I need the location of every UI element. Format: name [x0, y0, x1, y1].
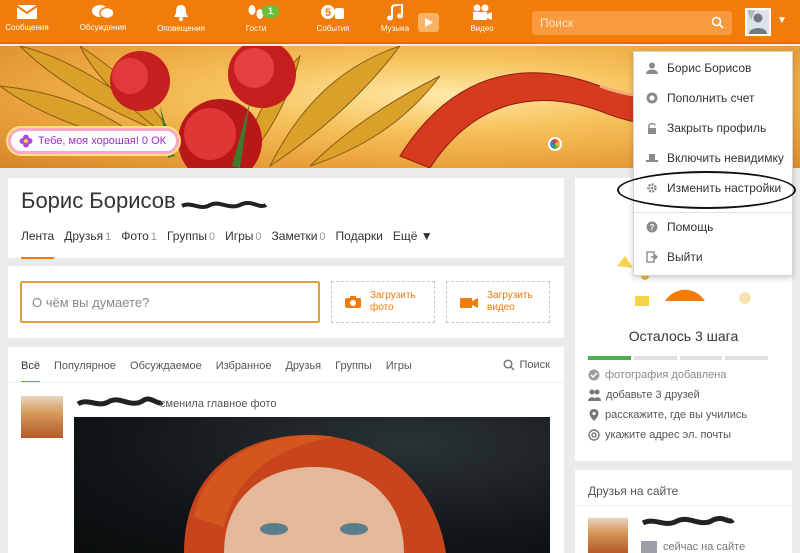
search-icon — [502, 359, 515, 371]
feed-tab-discussed[interactable]: Обсуждаемое — [130, 360, 202, 372]
feed-action-text: сменила главное фото — [160, 398, 277, 410]
redacted-scribble — [641, 515, 735, 526]
progress-segment — [679, 356, 723, 360]
divider — [575, 505, 792, 506]
guests-badge: 1 — [262, 5, 280, 18]
tab-notes[interactable]: Заметки 0 — [272, 229, 326, 243]
step-education[interactable]: расскажите, где вы учились — [588, 409, 747, 421]
people-icon — [588, 389, 601, 401]
progress-segment — [633, 356, 677, 360]
friend-online-status: сейчас на сайте — [641, 541, 745, 553]
progress-segment — [588, 356, 631, 360]
menu-item-help[interactable]: ? Помощь — [634, 213, 794, 241]
nav-guests[interactable]: Гости 1 — [226, 4, 286, 34]
user-icon — [646, 62, 658, 74]
envelope-icon — [16, 5, 38, 19]
tab-photos[interactable]: Фото 1 — [121, 229, 157, 243]
upload-photo-button[interactable]: Загрузить фото — [331, 281, 435, 323]
feed-search-button[interactable]: Поиск — [502, 359, 550, 371]
search-icon[interactable] — [711, 16, 724, 29]
portrait-photo — [184, 434, 446, 553]
feed-tab-popular[interactable]: Популярное — [54, 360, 116, 372]
tab-groups[interactable]: Группы 0 — [167, 229, 215, 243]
menu-item-close-profile[interactable]: Закрыть профиль — [634, 114, 794, 142]
svg-text:5: 5 — [325, 7, 331, 19]
friends-online-title: Друзья на сайте — [588, 484, 679, 498]
at-sign-icon — [588, 429, 600, 441]
settings-highlight-annotation — [617, 171, 796, 209]
tab-feed[interactable]: Лента — [21, 229, 55, 259]
play-icon — [425, 18, 433, 27]
feed-author-avatar[interactable] — [21, 396, 63, 438]
nav-discussions[interactable]: Обсуждения — [73, 4, 133, 33]
chevron-down-icon[interactable]: ▼ — [777, 15, 787, 26]
top-nav-bar: Сообщения Обсуждения Оповещения Гости 1 … — [0, 0, 800, 44]
video-play-button[interactable] — [418, 13, 439, 32]
step-photo-added: фотография добавлена — [588, 369, 726, 381]
feed-post-photo[interactable] — [74, 417, 550, 553]
location-pin-icon — [589, 409, 599, 421]
feed-tab-favorites[interactable]: Избранное — [216, 360, 272, 372]
menu-item-top-up[interactable]: Пополнить счет — [634, 84, 794, 112]
bell-icon — [174, 5, 188, 21]
new-post-input[interactable] — [20, 281, 320, 323]
steps-progress-bar — [588, 356, 768, 360]
new-post-card: Загрузить фото Загрузить видео — [8, 266, 564, 338]
check-circle-icon — [588, 369, 600, 381]
divider — [8, 382, 564, 383]
profile-header-card: Борис Борисов Лента Друзья 1 Фото 1 Группы… — [8, 178, 564, 259]
film-camera-icon — [473, 4, 492, 20]
feed-tab-all[interactable]: Всё — [21, 360, 40, 383]
hat-icon — [646, 154, 658, 162]
profile-tabs: Лента Друзья 1 Фото 1 Группы 0 Игры 0 Заметк… — [21, 229, 433, 259]
top-search — [532, 11, 732, 35]
five-hand-icon: 5 — [321, 5, 344, 19]
nav-notifications[interactable]: Оповещения — [151, 4, 211, 34]
steps-title: Осталось 3 шага — [628, 328, 739, 344]
tab-friends[interactable]: Друзья 1 — [64, 229, 111, 243]
chat-bubbles-icon — [92, 5, 115, 20]
menu-item-profile[interactable]: Борис Борисов — [634, 54, 794, 82]
feed-tab-groups[interactable]: Группы — [335, 360, 372, 372]
nav-messages[interactable]: Сообщения — [0, 4, 57, 33]
logout-icon — [646, 251, 658, 263]
music-note-icon — [387, 4, 403, 21]
progress-segment — [725, 356, 768, 360]
video-camera-icon — [460, 297, 478, 308]
nav-music[interactable]: Музыка — [365, 4, 425, 34]
friend-avatar[interactable] — [588, 518, 628, 553]
profile-name: Борис Борисов — [21, 188, 176, 213]
redacted-scribble — [76, 396, 164, 407]
flower-icon — [19, 134, 33, 148]
feed-filter-tabs: Всё Популярное Обсуждаемое Избранное Дру… — [21, 360, 412, 383]
menu-item-invisible[interactable]: Включить невидимку — [634, 144, 794, 172]
lock-icon — [648, 122, 656, 134]
cover-edit-icon[interactable] — [548, 137, 562, 151]
envelope-icon[interactable] — [641, 541, 657, 553]
help-icon: ? — [646, 221, 658, 233]
search-input[interactable] — [540, 15, 700, 31]
feed-tab-friends[interactable]: Друзья — [285, 360, 321, 372]
upload-video-button[interactable]: Загрузить видео — [446, 281, 550, 323]
svg-text:?: ? — [650, 223, 655, 232]
redacted-scribble — [181, 201, 268, 209]
camera-icon — [345, 296, 361, 308]
friends-online-card: Друзья на сайте сейчас на сайте — [575, 470, 792, 553]
step-email[interactable]: укажите адрес эл. почты — [588, 429, 731, 441]
tab-games[interactable]: Игры 0 — [225, 229, 261, 243]
tab-gifts[interactable]: Подарки — [336, 229, 383, 243]
user-dropdown-menu: Борис Борисов Пополнить счет Закрыть про… — [633, 51, 794, 276]
gift-badge[interactable]: Тебе, моя хорошая! 0 ОК — [8, 128, 180, 154]
step-add-friends[interactable]: добавьте 3 друзей — [588, 389, 700, 401]
nav-events[interactable]: 5 События — [303, 4, 363, 34]
menu-item-logout[interactable]: Выйти — [634, 243, 794, 271]
nav-video[interactable]: Видео — [452, 4, 512, 34]
user-avatar-button[interactable] — [745, 8, 771, 36]
coin-icon — [646, 92, 658, 104]
tab-more[interactable]: Ещё ▼ — [393, 229, 433, 243]
feed-tab-games[interactable]: Игры — [386, 360, 412, 372]
feed-card: Всё Популярное Обсуждаемое Избранное Дру… — [8, 347, 564, 553]
avatar — [747, 10, 767, 34]
